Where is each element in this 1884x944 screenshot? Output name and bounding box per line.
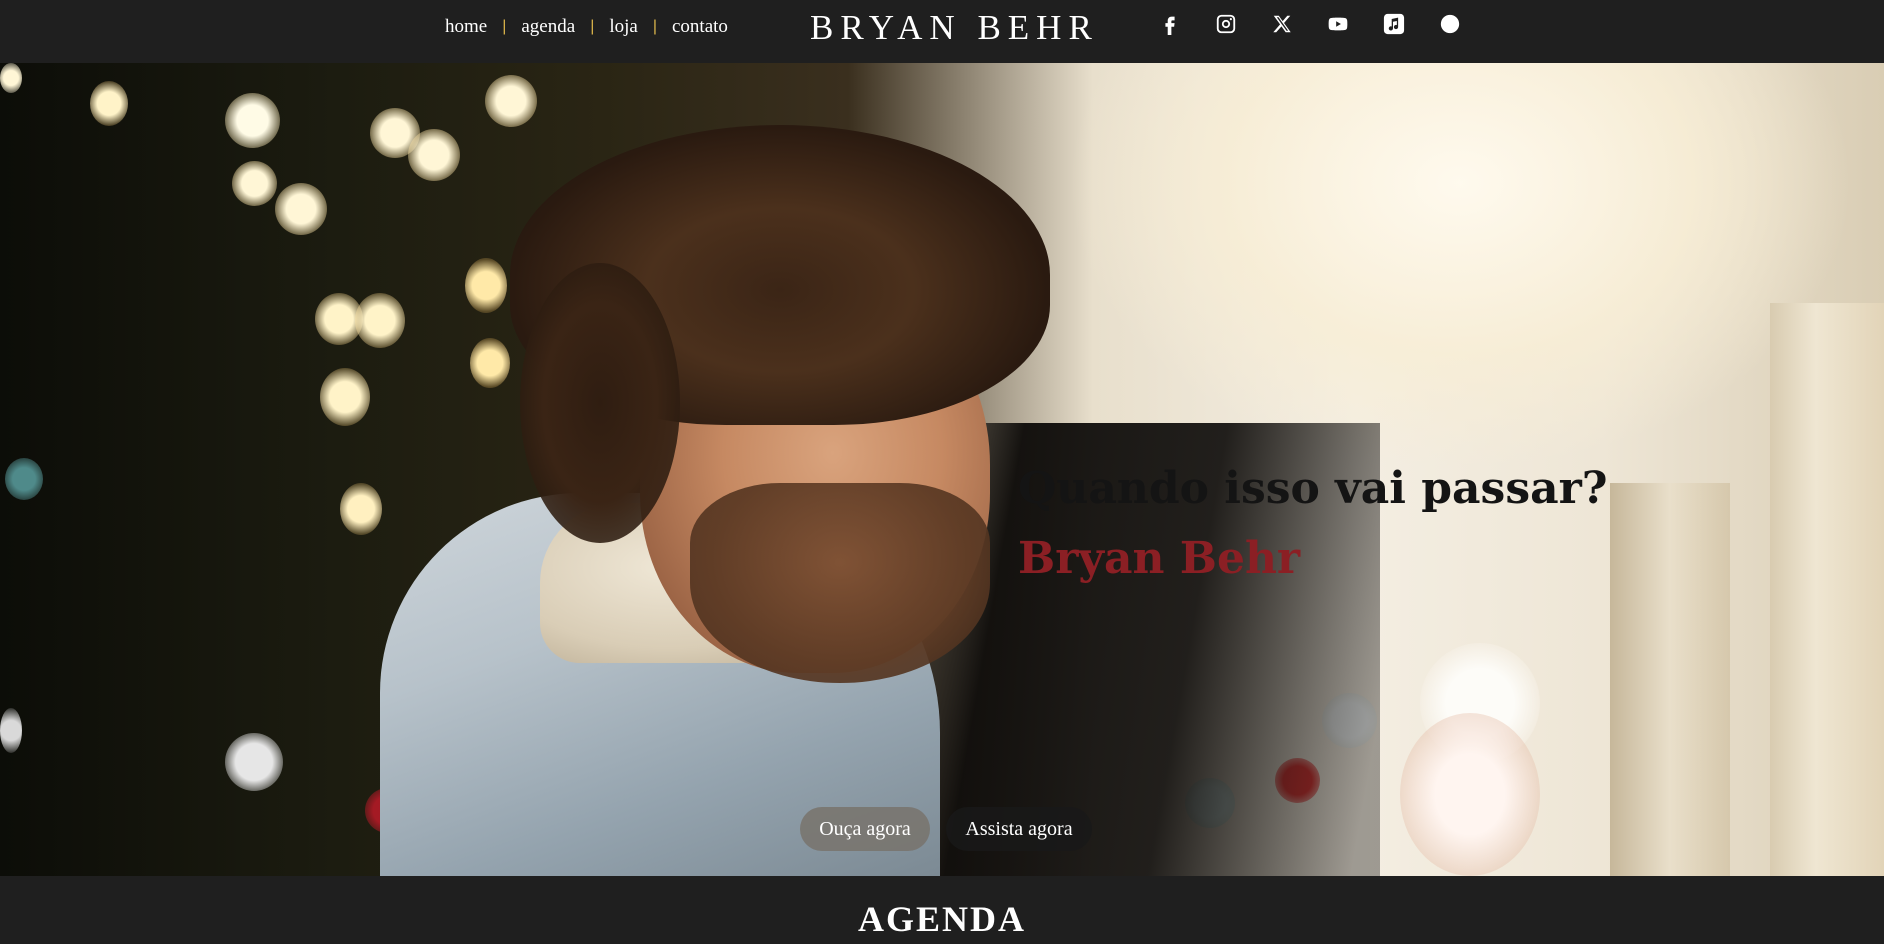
site-logo[interactable]: BRYAN BEHR bbox=[810, 8, 1099, 48]
nav-separator: | bbox=[590, 18, 595, 35]
instagram-icon[interactable] bbox=[1214, 12, 1238, 36]
bokeh-light bbox=[408, 129, 460, 181]
bokeh-light bbox=[1400, 713, 1540, 876]
hero-artist-name: Bryan Behr bbox=[1018, 533, 1301, 584]
bokeh-light bbox=[0, 708, 22, 753]
section-title: AGENDA bbox=[857, 899, 1026, 939]
bokeh-light bbox=[340, 483, 382, 535]
bokeh-light bbox=[232, 161, 277, 206]
artist-beard bbox=[690, 483, 990, 683]
bokeh-light bbox=[90, 81, 128, 126]
bokeh-light bbox=[225, 93, 280, 148]
youtube-icon[interactable] bbox=[1326, 12, 1350, 36]
x-icon[interactable] bbox=[1270, 12, 1294, 36]
hero-headline: Quando isso vai passar? bbox=[1018, 463, 1608, 514]
bokeh-light bbox=[470, 338, 510, 388]
nav-contato[interactable]: contato bbox=[672, 16, 728, 38]
facebook-icon[interactable] bbox=[1158, 12, 1182, 36]
nav-home[interactable]: home bbox=[445, 16, 487, 38]
agenda-section: AGENDA bbox=[0, 876, 1884, 944]
bokeh-light bbox=[225, 733, 283, 791]
nav-separator: | bbox=[652, 18, 657, 35]
hero-banner: Quando isso vai passar? Bryan Behr Ouça … bbox=[0, 63, 1884, 876]
background-column bbox=[1770, 303, 1884, 876]
artist-hair bbox=[520, 263, 680, 543]
spotify-icon[interactable] bbox=[1438, 12, 1462, 36]
bokeh-light bbox=[465, 258, 507, 313]
bokeh-light bbox=[275, 183, 327, 235]
apple-music-icon[interactable] bbox=[1382, 12, 1406, 36]
nav-loja[interactable]: loja bbox=[609, 16, 638, 38]
bokeh-light bbox=[485, 75, 537, 127]
nav-separator: | bbox=[502, 18, 507, 35]
background-column bbox=[1610, 483, 1730, 876]
bokeh-light bbox=[0, 63, 22, 93]
bokeh-light bbox=[355, 293, 405, 348]
top-bar: home | agenda | loja | contato BRYAN BEH… bbox=[0, 0, 1884, 63]
watch-now-button[interactable]: Assista agora bbox=[946, 807, 1092, 851]
main-nav: home | agenda | loja | contato bbox=[445, 0, 728, 54]
social-links bbox=[1158, 12, 1462, 36]
nav-agenda[interactable]: agenda bbox=[521, 16, 575, 38]
listen-now-button[interactable]: Ouça agora bbox=[800, 807, 930, 851]
bokeh-light bbox=[320, 368, 370, 426]
bokeh-light bbox=[5, 458, 43, 500]
